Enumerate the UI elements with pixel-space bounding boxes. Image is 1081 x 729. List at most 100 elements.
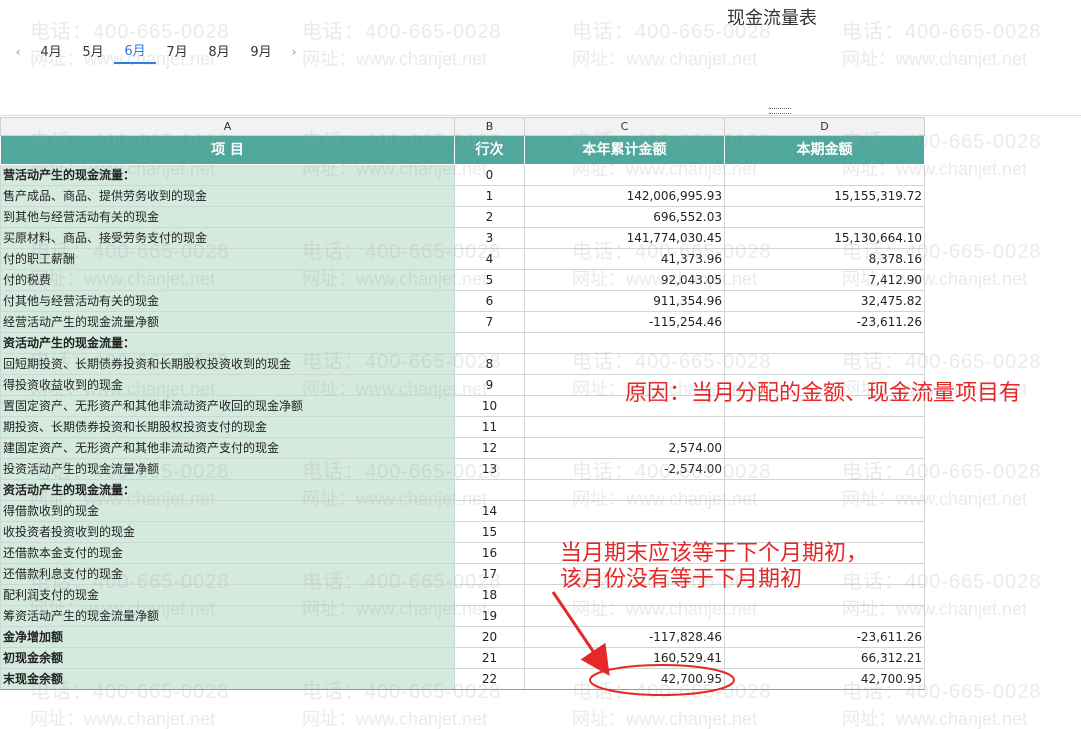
item-cell[interactable]: 付的税费 — [0, 269, 455, 291]
row-number-cell[interactable]: 21 — [454, 647, 525, 669]
item-cell[interactable]: 经营活动产生的现金流量净额 — [0, 311, 455, 333]
next-month-chevron-icon[interactable]: › — [282, 45, 306, 59]
item-cell[interactable]: 资活动产生的现金流量： — [0, 479, 455, 501]
item-cell[interactable]: 付其他与经营活动有关的现金 — [0, 290, 455, 312]
ytd-amount-cell[interactable]: -117,828.46 — [524, 626, 725, 648]
item-cell[interactable]: 还借款利息支付的现金 — [0, 563, 455, 585]
row-number-cell[interactable]: 14 — [454, 500, 525, 522]
ytd-amount-cell[interactable] — [524, 416, 725, 438]
month-tab-active[interactable]: 6月 — [114, 40, 156, 64]
period-amount-cell[interactable]: 42,700.95 — [724, 668, 925, 690]
ytd-amount-cell[interactable] — [524, 605, 725, 627]
month-tab[interactable]: 9月 — [240, 41, 282, 63]
item-cell[interactable]: 置固定资产、无形资产和其他非流动资产收回的现金净额 — [0, 395, 455, 417]
row-number-cell[interactable]: 4 — [454, 248, 525, 270]
period-amount-cell[interactable]: -23,611.26 — [724, 311, 925, 333]
ytd-amount-cell[interactable]: 142,006,995.93 — [524, 185, 725, 207]
row-number-cell[interactable]: 15 — [454, 521, 525, 543]
column-letter[interactable]: B — [454, 117, 525, 136]
column-letter[interactable]: D — [724, 117, 925, 136]
item-cell[interactable]: 得借款收到的现金 — [0, 500, 455, 522]
month-tab[interactable]: 8月 — [198, 41, 240, 63]
row-number-cell[interactable]: 18 — [454, 584, 525, 606]
item-cell[interactable]: 期投资、长期债券投资和长期股权投资支付的现金 — [0, 416, 455, 438]
period-amount-cell[interactable] — [724, 458, 925, 480]
item-cell[interactable]: 收投资者投资收到的现金 — [0, 521, 455, 543]
item-cell[interactable]: 资活动产生的现金流量： — [0, 332, 455, 354]
ytd-amount-cell[interactable] — [524, 164, 725, 186]
column-letter[interactable]: C — [524, 117, 725, 136]
item-cell[interactable]: 筹资活动产生的现金流量净额 — [0, 605, 455, 627]
item-cell[interactable]: 投资活动产生的现金流量净额 — [0, 458, 455, 480]
period-amount-cell[interactable] — [724, 437, 925, 459]
row-number-cell[interactable]: 17 — [454, 563, 525, 585]
ytd-amount-cell[interactable] — [524, 332, 725, 354]
column-letter[interactable]: A — [0, 117, 455, 136]
ytd-amount-cell[interactable] — [524, 500, 725, 522]
row-number-cell[interactable]: 20 — [454, 626, 525, 648]
period-amount-cell[interactable] — [724, 164, 925, 186]
row-number-cell[interactable]: 7 — [454, 311, 525, 333]
month-tab[interactable]: 4月 — [30, 41, 72, 63]
month-tab[interactable]: 7月 — [156, 41, 198, 63]
item-cell[interactable]: 到其他与经营活动有关的现金 — [0, 206, 455, 228]
row-number-cell[interactable]: 11 — [454, 416, 525, 438]
item-cell[interactable]: 买原材料、商品、接受劳务支付的现金 — [0, 227, 455, 249]
row-number-cell[interactable]: 9 — [454, 374, 525, 396]
item-cell[interactable]: 营活动产生的现金流量： — [0, 164, 455, 186]
row-number-cell[interactable]: 3 — [454, 227, 525, 249]
ytd-amount-cell[interactable] — [524, 521, 725, 543]
ytd-amount-cell[interactable]: 41,373.96 — [524, 248, 725, 270]
row-number-cell[interactable]: 12 — [454, 437, 525, 459]
item-cell[interactable]: 得投资收益收到的现金 — [0, 374, 455, 396]
item-cell[interactable]: 建固定资产、无形资产和其他非流动资产支付的现金 — [0, 437, 455, 459]
item-cell[interactable]: 金净增加额 — [0, 626, 455, 648]
panel-resize-handle[interactable] — [769, 108, 791, 114]
row-number-cell[interactable]: 5 — [454, 269, 525, 291]
ytd-amount-cell[interactable] — [524, 479, 725, 501]
item-cell[interactable]: 还借款本金支付的现金 — [0, 542, 455, 564]
ytd-amount-cell[interactable]: -2,574.00 — [524, 458, 725, 480]
item-cell[interactable]: 付的职工薪酬 — [0, 248, 455, 270]
period-amount-cell[interactable]: 15,130,664.10 — [724, 227, 925, 249]
row-number-cell[interactable]: 13 — [454, 458, 525, 480]
period-amount-cell[interactable] — [724, 500, 925, 522]
row-number-cell[interactable]: 0 — [454, 164, 525, 186]
ytd-amount-cell[interactable]: 696,552.03 — [524, 206, 725, 228]
period-amount-cell[interactable]: 15,155,319.72 — [724, 185, 925, 207]
ytd-amount-cell[interactable]: 92,043.05 — [524, 269, 725, 291]
period-amount-cell[interactable] — [724, 206, 925, 228]
row-number-cell[interactable]: 2 — [454, 206, 525, 228]
ytd-amount-cell[interactable]: 160,529.41 — [524, 647, 725, 669]
row-number-cell[interactable]: 10 — [454, 395, 525, 417]
item-cell[interactable]: 配利润支付的现金 — [0, 584, 455, 606]
item-cell[interactable]: 初现金余额 — [0, 647, 455, 669]
period-amount-cell[interactable] — [724, 353, 925, 375]
item-cell[interactable]: 回短期投资、长期债券投资和长期股权投资收到的现金 — [0, 353, 455, 375]
row-number-cell[interactable] — [454, 332, 525, 354]
period-amount-cell[interactable] — [724, 521, 925, 543]
ytd-amount-cell[interactable] — [524, 353, 725, 375]
row-number-cell[interactable]: 16 — [454, 542, 525, 564]
period-amount-cell[interactable]: -23,611.26 — [724, 626, 925, 648]
period-amount-cell[interactable]: 7,412.90 — [724, 269, 925, 291]
ytd-amount-cell[interactable]: -115,254.46 — [524, 311, 725, 333]
month-tab[interactable]: 5月 — [72, 41, 114, 63]
period-amount-cell[interactable] — [724, 605, 925, 627]
row-number-cell[interactable] — [454, 479, 525, 501]
row-number-cell[interactable]: 8 — [454, 353, 525, 375]
ytd-amount-cell[interactable]: 2,574.00 — [524, 437, 725, 459]
ytd-amount-cell[interactable]: 141,774,030.45 — [524, 227, 725, 249]
period-amount-cell[interactable]: 8,378.16 — [724, 248, 925, 270]
ytd-amount-cell[interactable]: 911,354.96 — [524, 290, 725, 312]
ytd-amount-cell[interactable]: 42,700.95 — [524, 668, 725, 690]
period-amount-cell[interactable]: 66,312.21 — [724, 647, 925, 669]
row-number-cell[interactable]: 22 — [454, 668, 525, 690]
period-amount-cell[interactable] — [724, 479, 925, 501]
item-cell[interactable]: 末现金余额 — [0, 668, 455, 690]
prev-month-chevron-icon[interactable]: ‹ — [6, 45, 30, 59]
row-number-cell[interactable]: 6 — [454, 290, 525, 312]
item-cell[interactable]: 售产成品、商品、提供劳务收到的现金 — [0, 185, 455, 207]
row-number-cell[interactable]: 19 — [454, 605, 525, 627]
period-amount-cell[interactable] — [724, 416, 925, 438]
